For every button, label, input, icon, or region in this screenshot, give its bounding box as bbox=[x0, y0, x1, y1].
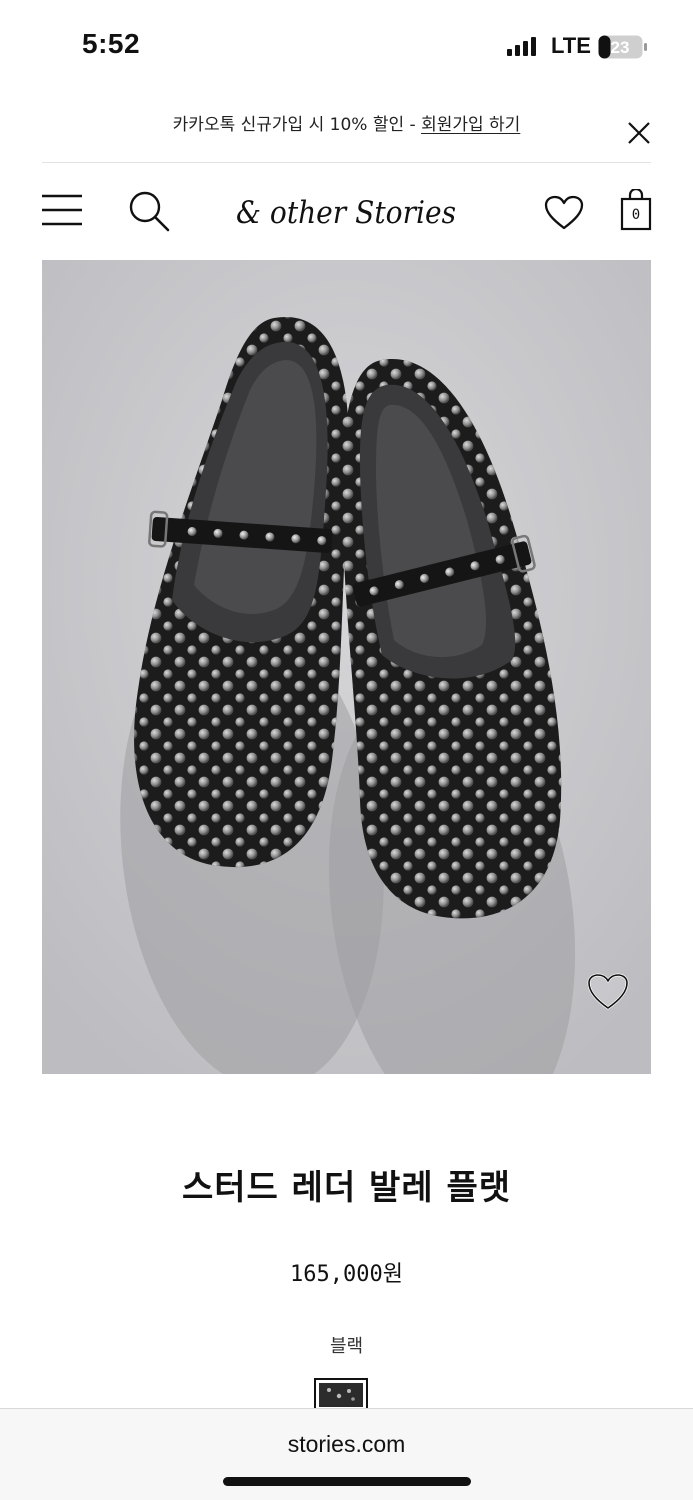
search-icon[interactable] bbox=[128, 190, 170, 232]
bag-count: 0 bbox=[631, 207, 641, 223]
logo-text: & other Stories bbox=[236, 195, 456, 231]
color-name: 블랙 bbox=[329, 1336, 364, 1357]
wishlist-heart-icon[interactable] bbox=[586, 972, 630, 1012]
color-swatch[interactable] bbox=[314, 1378, 368, 1412]
heart-icon[interactable] bbox=[544, 195, 584, 231]
promo-message: 카카오톡 신규가입 시 10% 할인 - 회원가입 하기 bbox=[0, 110, 693, 135]
brand-logo[interactable]: & other Stories bbox=[236, 189, 458, 237]
swatch-image bbox=[319, 1383, 363, 1407]
battery-level: 23 bbox=[611, 38, 630, 57]
site-header: & other Stories 0 bbox=[0, 163, 693, 259]
home-indicator[interactable] bbox=[223, 1477, 471, 1486]
product-name: 스터드 레더 발레 플랫 bbox=[181, 1168, 512, 1208]
product-photo bbox=[42, 260, 651, 1074]
promo-text: 카카오톡 신규가입 시 10% 할인 - bbox=[172, 115, 422, 135]
url-text[interactable]: stories.com bbox=[0, 1431, 693, 1458]
menu-icon[interactable] bbox=[42, 193, 82, 227]
status-time: 5:52 bbox=[82, 28, 141, 59]
close-icon[interactable] bbox=[626, 120, 652, 146]
status-bar: 5:52 LTE 23 bbox=[0, 0, 693, 92]
promo-banner: 카카오톡 신규가입 시 10% 할인 - 회원가입 하기 bbox=[0, 92, 693, 162]
cellular-signal-icon bbox=[507, 37, 536, 56]
product-image[interactable] bbox=[42, 260, 651, 1074]
signup-link[interactable]: 회원가입 하기 bbox=[421, 115, 520, 135]
network-type: LTE bbox=[551, 33, 591, 58]
browser-url-bar[interactable]: stories.com bbox=[0, 1408, 693, 1500]
product-price: 165,000원 bbox=[290, 1262, 403, 1287]
battery-icon: 23 bbox=[598, 35, 648, 59]
